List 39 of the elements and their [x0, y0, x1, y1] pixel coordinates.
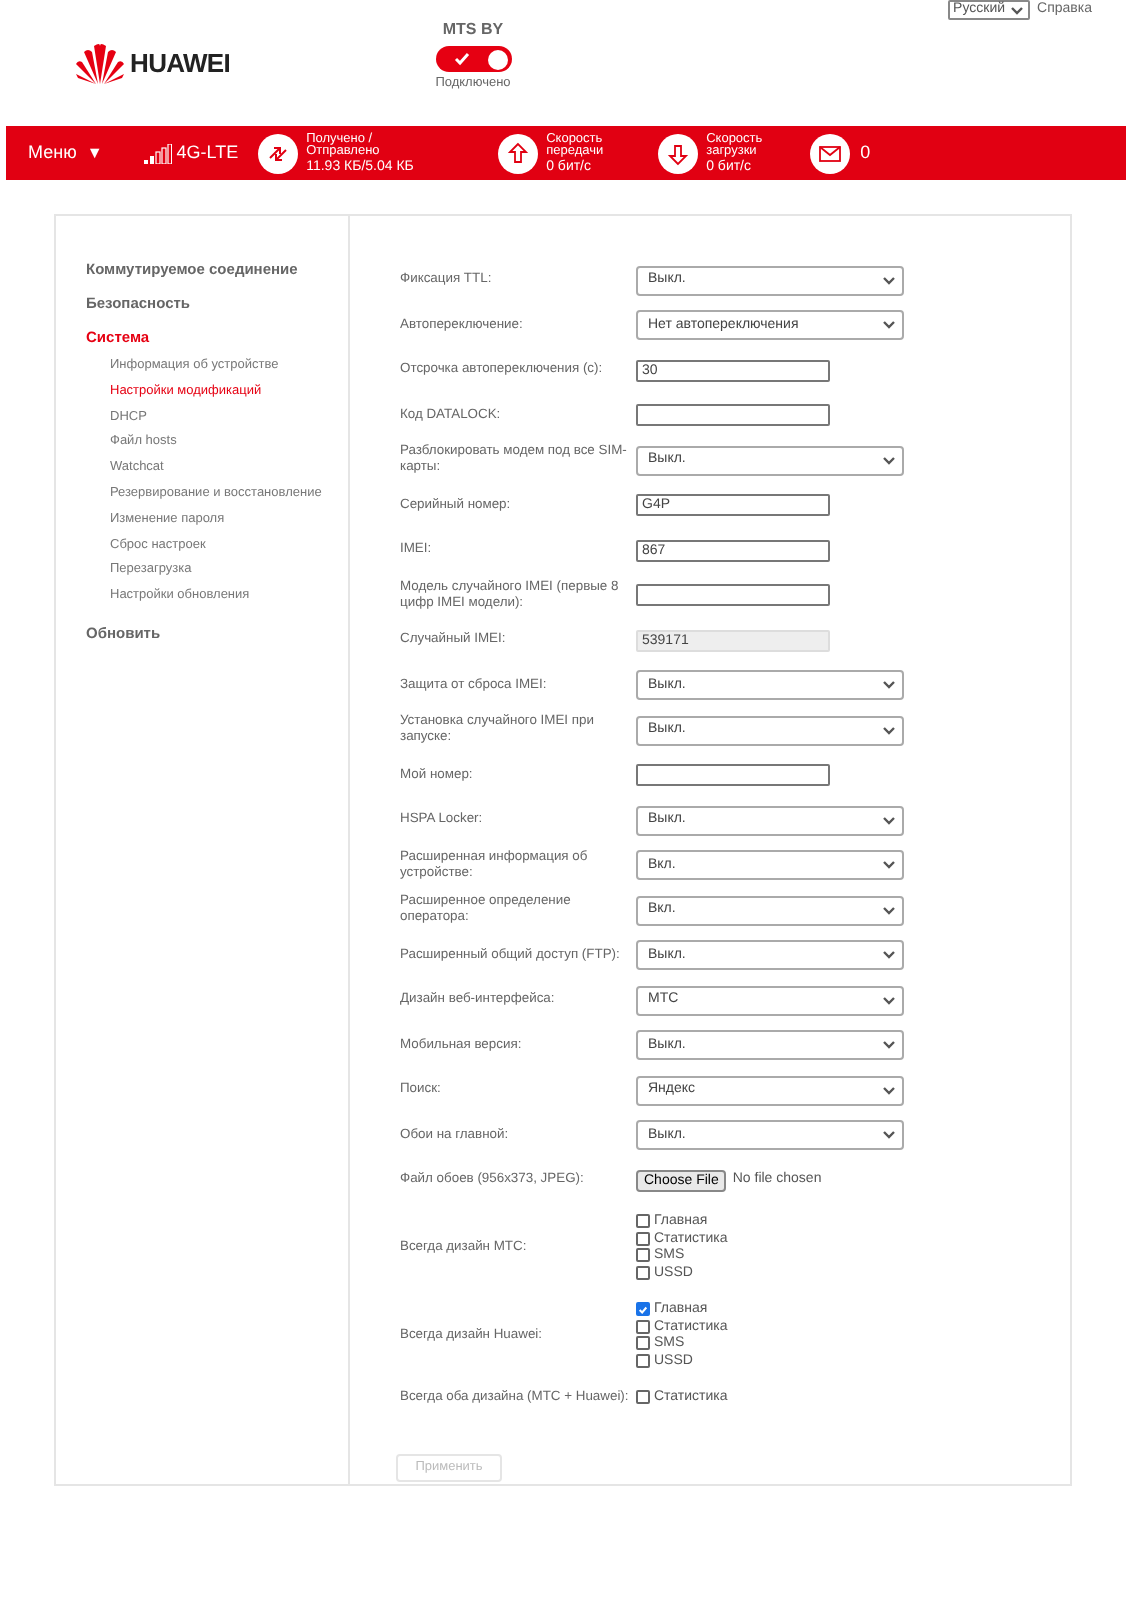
- input-field[interactable]: [636, 404, 830, 427]
- operator-name: MTS BY: [442, 18, 504, 42]
- checkbox[interactable]: [636, 1302, 650, 1317]
- chevron-down-icon: [882, 455, 896, 466]
- petal-logo-icon: [76, 42, 124, 86]
- chevron-down-icon: [882, 1130, 896, 1141]
- checkbox[interactable]: [636, 1248, 650, 1263]
- transfer-icon: [258, 133, 299, 173]
- checkbox[interactable]: [636, 1319, 650, 1334]
- menu-button[interactable]: Меню ▼: [28, 139, 103, 167]
- message-count: 0: [860, 139, 871, 166]
- connection-toggle[interactable]: [435, 46, 511, 72]
- mail-icon: [810, 133, 851, 173]
- chevron-down-icon: [882, 1040, 896, 1051]
- checkbox[interactable]: [636, 1214, 650, 1229]
- chevron-down-icon: [1009, 5, 1024, 16]
- signal-icon: [144, 143, 173, 163]
- logo-text: HUAWEI: [130, 46, 231, 83]
- chevron-down-icon: [882, 905, 896, 916]
- network-type: 4G-LTE: [176, 139, 239, 166]
- upload-icon: [498, 133, 539, 173]
- check-icon: [453, 52, 469, 66]
- checkbox[interactable]: [636, 1353, 650, 1368]
- checkbox[interactable]: [636, 1231, 650, 1246]
- checkbox[interactable]: [636, 1390, 650, 1405]
- chevron-down-icon: [882, 275, 896, 286]
- input-field[interactable]: [636, 584, 830, 607]
- chevron-down-icon: [882, 680, 896, 691]
- checkbox[interactable]: [636, 1265, 650, 1280]
- chevron-down-icon: [882, 860, 896, 871]
- chevron-down-icon: [882, 320, 896, 331]
- checkbox[interactable]: [636, 1336, 650, 1351]
- chevron-down-icon: [882, 815, 896, 826]
- input-field[interactable]: [636, 764, 830, 787]
- chevron-down-icon: [882, 950, 896, 961]
- chevron-down-icon: [882, 995, 896, 1006]
- chevron-down-icon: [882, 1085, 896, 1096]
- download-icon: [658, 133, 699, 173]
- chevron-down-icon: [882, 725, 896, 736]
